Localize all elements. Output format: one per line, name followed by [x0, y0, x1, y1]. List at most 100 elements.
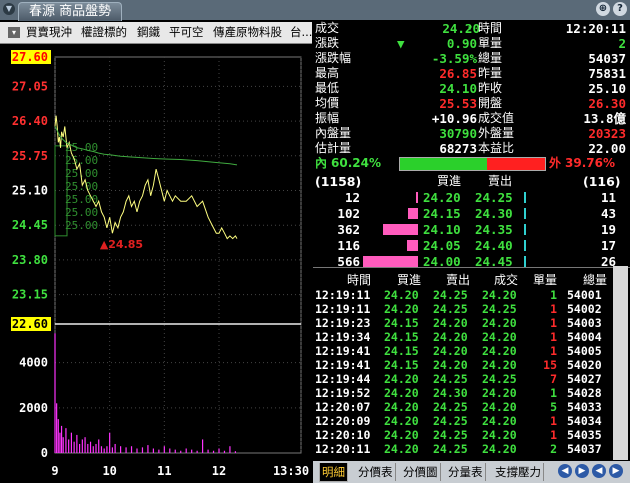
tick-total: 54005	[567, 344, 602, 358]
nav-prev-icon[interactable]: ◀	[592, 464, 606, 478]
tab-detail[interactable]: 明細	[319, 463, 348, 482]
tick-price: 24.25	[482, 302, 517, 316]
ask-depth-bar	[524, 192, 526, 203]
nav-first-icon[interactable]: ◀	[558, 464, 572, 478]
tick-total: 54001	[567, 288, 602, 302]
tick-row[interactable]: 12:19:11 24.20 24.25 24.20 1 54001	[313, 288, 630, 302]
tick-row[interactable]: 12:19:11 24.20 24.25 24.25 1 54002	[313, 302, 630, 316]
bid-volume: 362	[337, 222, 360, 237]
inner-label: 內	[315, 156, 328, 170]
ask-volume: 19	[600, 222, 616, 237]
quote-value: +10.96	[431, 111, 477, 126]
tick-row[interactable]: 12:19:44 24.20 24.25 24.25 7 54027	[313, 372, 630, 386]
tick-price: 24.20	[482, 386, 517, 400]
tick-time: 12:19:11	[315, 302, 371, 316]
quote-label: 單量	[478, 36, 503, 50]
toolbar-item-materials[interactable]: 傳產原物料股	[213, 25, 282, 40]
nav-last-icon[interactable]: ▶	[609, 464, 623, 478]
volume-profile-label: 25.00	[65, 154, 98, 167]
orderbook-row[interactable]: 102 24.15 24.30 43	[313, 206, 630, 222]
tick-row[interactable]: 12:20:11 24.20 24.25 24.20 2 54037	[313, 442, 630, 456]
tab-price-table[interactable]: 分價表	[356, 463, 396, 481]
tick-row[interactable]: 12:19:52 24.20 24.30 24.20 1 54028	[313, 386, 630, 400]
tick-ask: 24.25	[433, 372, 468, 386]
window-title-bar: ▼ 春源 商品盤勢 ⊕ ?	[0, 0, 630, 21]
tick-time: 12:20:11	[315, 442, 371, 456]
tab-volume-table[interactable]: 分量表	[446, 463, 486, 481]
orderbook-row[interactable]: 116 24.05 24.40 17	[313, 238, 630, 254]
quote-value: 13.8億	[583, 111, 626, 126]
tick-volume: 7	[550, 372, 557, 386]
tick-row[interactable]: 12:20:07 24.20 24.25 24.20 5 54033	[313, 400, 630, 414]
search-icon[interactable]: ⊕	[596, 2, 610, 16]
tick-bid: 24.20	[384, 386, 419, 400]
window-title-tab[interactable]: 春源 商品盤勢	[18, 2, 123, 21]
divider	[313, 267, 630, 268]
ask-depth-bar	[524, 224, 526, 235]
quote-value: 68273	[439, 141, 477, 156]
quote-value: 25.53	[439, 96, 477, 111]
ask-price: 24.35	[475, 222, 513, 237]
orderbook-row[interactable]: 362 24.10 24.35 19	[313, 222, 630, 238]
tick-total: 54004	[567, 330, 602, 344]
toolbar-item-daytrade[interactable]: 買賣現沖	[26, 25, 72, 40]
tick-ask: 24.25	[433, 414, 468, 428]
dropdown-icon[interactable]: ▾	[8, 27, 20, 38]
tick-total: 54002	[567, 302, 602, 316]
outer-label: 外	[549, 156, 562, 170]
time-tick-label: 11	[157, 464, 171, 478]
tick-header-ask: 賣出	[446, 273, 471, 287]
tick-time: 12:20:07	[315, 400, 371, 414]
tick-ask: 24.25	[433, 302, 468, 316]
quote-label: 漲跌	[315, 36, 340, 50]
price-tick-label: 23.80	[12, 253, 48, 267]
tick-bid: 24.20	[384, 288, 419, 302]
tick-row[interactable]: 12:19:23 24.15 24.20 24.20 1 54003	[313, 316, 630, 330]
tab-support-resistance[interactable]: 支撐壓力	[493, 463, 544, 481]
toolbar-item-shortable[interactable]: 平可空	[169, 25, 204, 40]
intraday-chart[interactable]: 27.60 27.05 26.40 25.75 25.10 24.45 23.80 23.15…	[0, 45, 312, 483]
quote-value: 54037	[588, 51, 626, 66]
tick-total: 54027	[567, 372, 602, 386]
tick-volume: 15	[543, 358, 557, 372]
tick-total: 54028	[567, 386, 602, 400]
bid-price: 24.15	[423, 206, 461, 221]
toolbar-item-warrant[interactable]: 權證標的	[81, 25, 127, 40]
tick-total: 54037	[567, 442, 602, 456]
tab-price-chart[interactable]: 分價圖	[401, 463, 441, 481]
tick-ask: 24.30	[433, 386, 468, 400]
tick-bid: 24.15	[384, 344, 419, 358]
tick-scrollbar[interactable]	[613, 266, 628, 460]
toolbar-item-steel[interactable]: 鋼鐵	[137, 25, 160, 40]
tick-row[interactable]: 12:19:41 24.15 24.20 24.20 15 54020	[313, 358, 630, 372]
toolbar-item-more[interactable]: 台...	[290, 25, 312, 40]
tick-total: 54003	[567, 316, 602, 330]
ask-depth-bar	[524, 256, 526, 267]
orderbook-row[interactable]: 12 24.20 24.25 11	[313, 190, 630, 206]
tick-row[interactable]: 12:19:34 24.15 24.20 24.20 1 54004	[313, 330, 630, 344]
quote-label: 開盤	[478, 96, 503, 110]
bid-depth-bar	[407, 240, 418, 251]
volume-tick-label: 4000	[19, 356, 48, 370]
low-price-annotation: ▲24.85	[100, 238, 143, 251]
window-menu-icon[interactable]: ▼	[3, 3, 15, 15]
tick-time: 12:19:41	[315, 358, 371, 372]
tick-header-vol: 單量	[533, 273, 558, 287]
bid-price: 24.05	[423, 238, 461, 253]
detail-tabs: 明細 分價表 分價圖 分量表 支撐壓力 ◀ ▶ ◀ ▶	[313, 461, 630, 483]
tick-row[interactable]: 12:19:41 24.15 24.20 24.20 1 54005	[313, 344, 630, 358]
nav-next-icon[interactable]: ▶	[575, 464, 589, 478]
help-icon[interactable]: ?	[613, 2, 627, 16]
price-tick-label: 25.75	[12, 149, 48, 163]
tick-price: 24.20	[482, 288, 517, 302]
tick-row[interactable]: 12:20:09 24.20 24.25 24.20 1 54034	[313, 414, 630, 428]
tick-volume: 1	[550, 330, 557, 344]
ratio-bar	[399, 157, 546, 171]
tick-ask: 24.25	[433, 288, 468, 302]
quote-label: 均價	[315, 96, 340, 110]
quote-label: 內盤量	[315, 126, 352, 140]
quote-label: 成交	[315, 21, 340, 35]
tick-price: 24.20	[482, 358, 517, 372]
quote-label: 最低	[315, 81, 340, 95]
tick-row[interactable]: 12:20:10 24.20 24.25 24.20 1 54035	[313, 428, 630, 442]
